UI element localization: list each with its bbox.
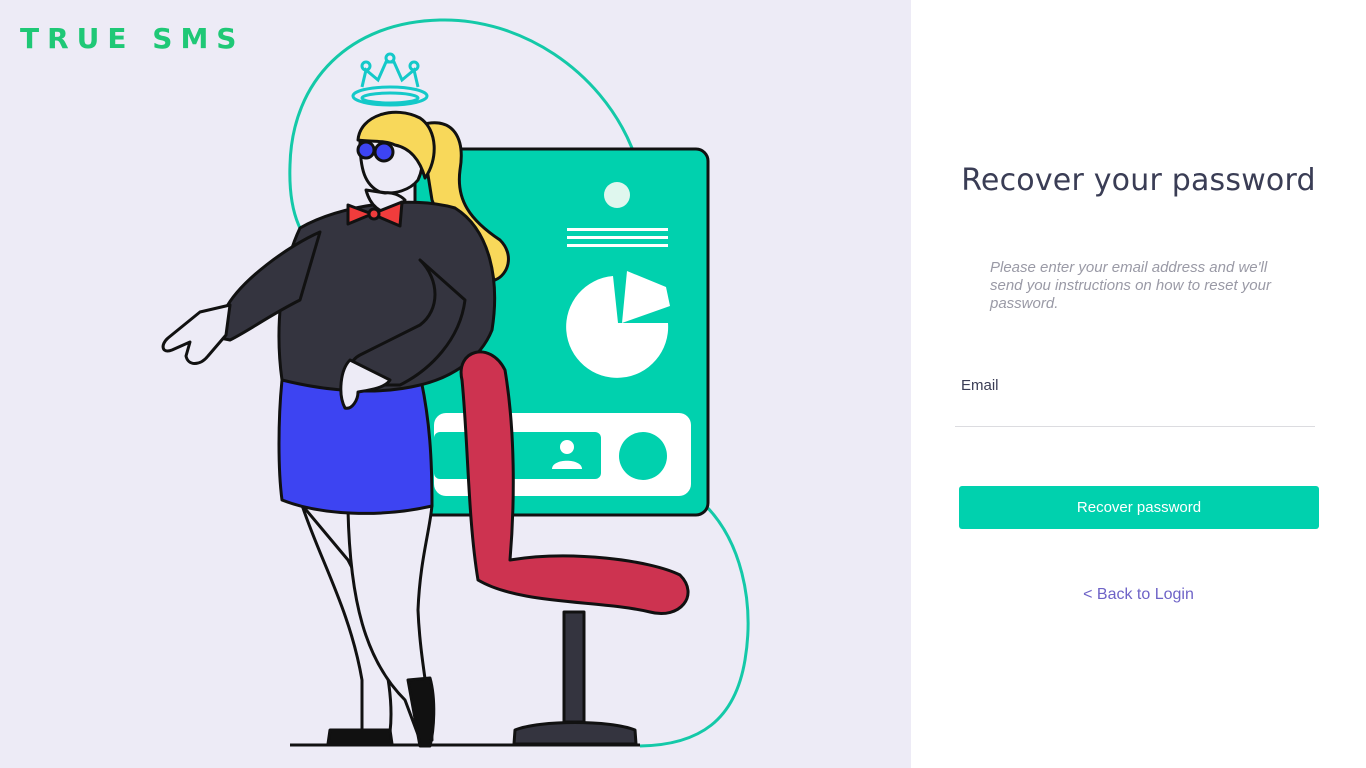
email-label: Email	[961, 377, 999, 394]
illustration	[161, 18, 750, 748]
page-title: Recover your password	[961, 163, 1316, 198]
recover-form-panel: Recover your password Please enter your …	[911, 0, 1366, 768]
instructions-text: Please enter your email address and we'l…	[990, 259, 1271, 312]
illustration-panel: TRUE SMS	[0, 0, 911, 768]
recover-password-button[interactable]: Recover password	[959, 486, 1319, 529]
back-to-login-link[interactable]: < Back to Login	[911, 586, 1366, 604]
email-field[interactable]	[955, 396, 1315, 427]
halo-crown-icon	[351, 52, 429, 107]
